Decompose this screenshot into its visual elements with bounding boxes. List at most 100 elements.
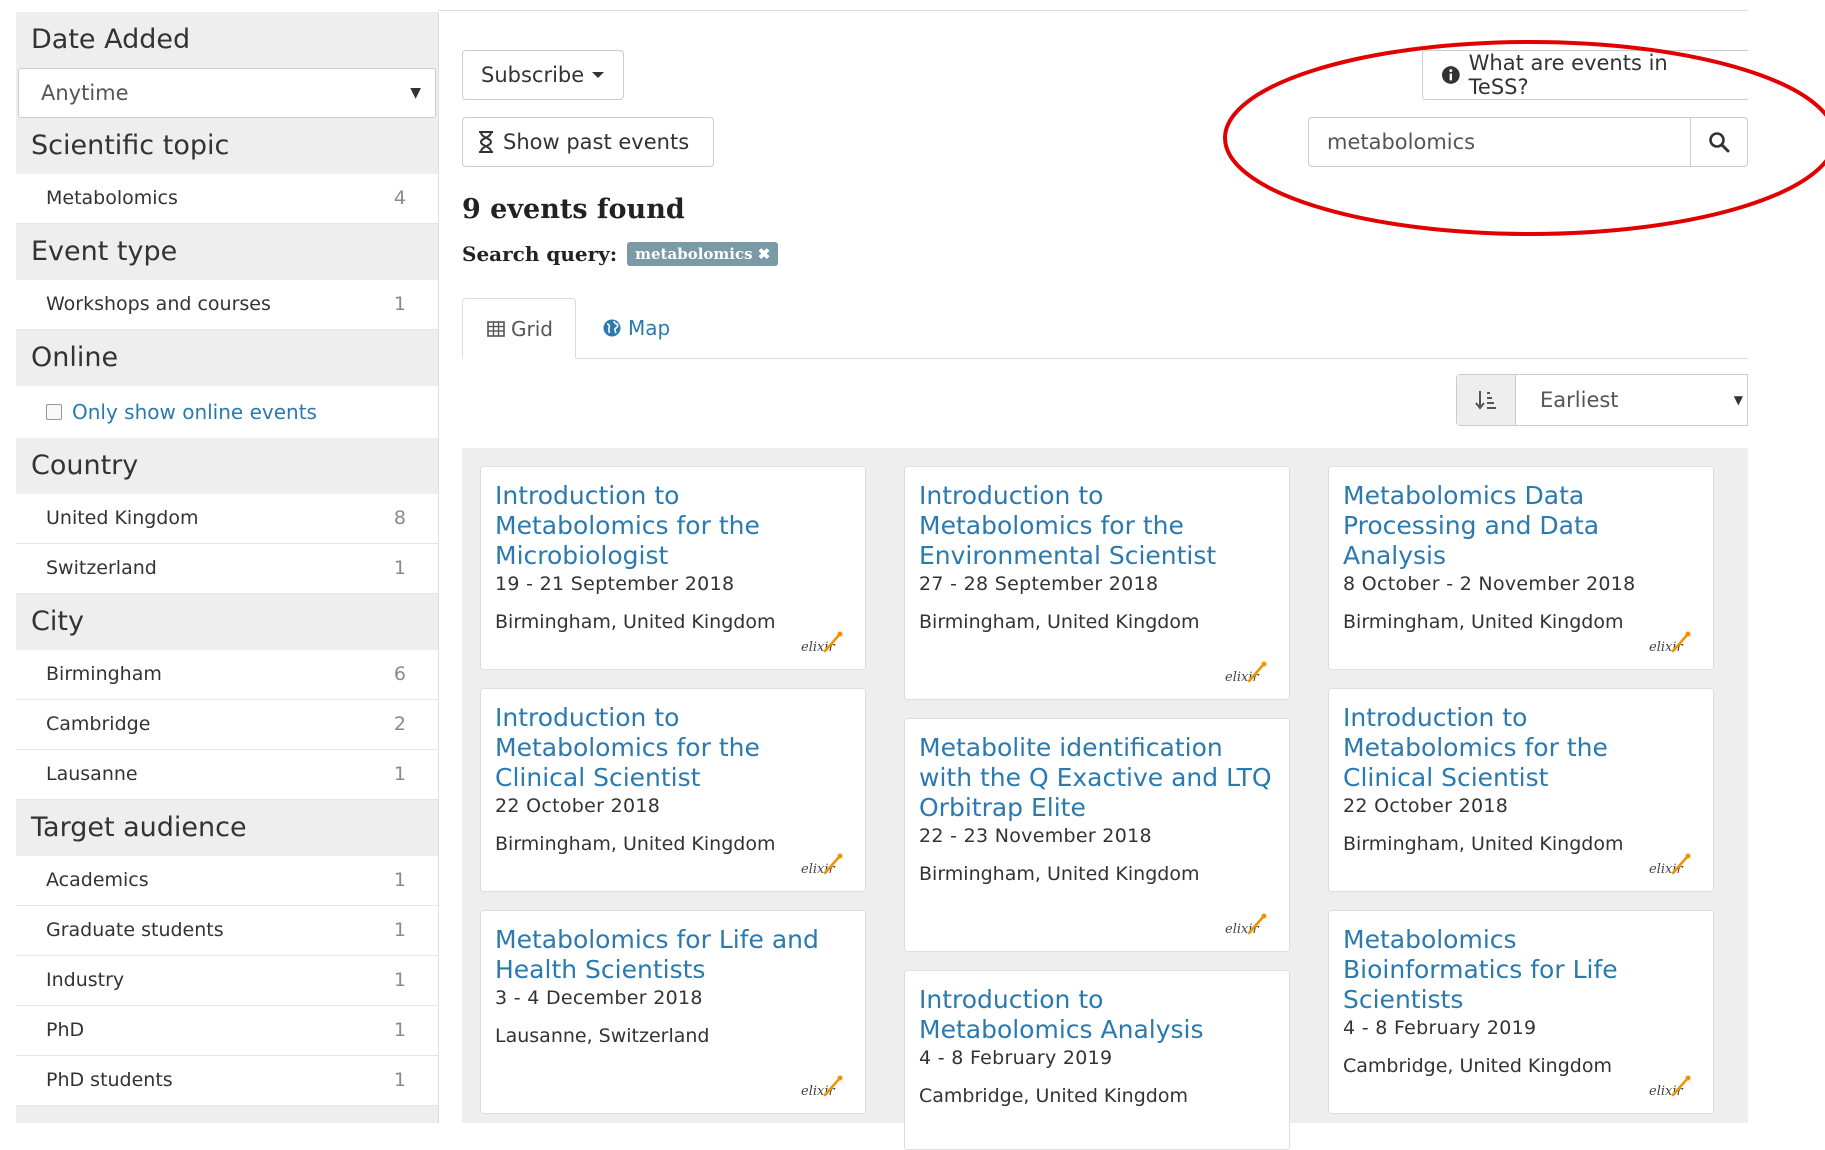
search-query-badge[interactable]: metabolomics ✖ [627, 242, 779, 266]
facet-item-label: Cambridge [46, 713, 151, 735]
facet-item-count: 4 [393, 187, 406, 209]
facet-item-workshops-and-courses[interactable]: Workshops and courses 1 [16, 280, 438, 330]
facet-item-switzerland[interactable]: Switzerland 1 [16, 544, 438, 594]
facet-item-label: Graduate students [46, 919, 224, 941]
event-title-link[interactable]: Introduction to Metabolomics for the Mic… [495, 481, 851, 571]
search-query-label: Search query: [462, 242, 618, 266]
facet-item-count: 1 [393, 293, 406, 315]
facet-item-count: 1 [393, 1069, 406, 1091]
facet-item-count: 1 [393, 763, 406, 785]
elixir-logo-icon: elixir [801, 631, 843, 655]
view-tabs: Grid Map [462, 298, 1748, 359]
event-location: Birmingham, United Kingdom [1343, 611, 1624, 633]
facet-item-label: Lausanne [46, 763, 138, 785]
event-card[interactable]: Metabolite identification with the Q Exa… [904, 718, 1290, 952]
svg-text:elixir: elixir [1649, 862, 1683, 877]
online-only-checkbox[interactable] [46, 404, 62, 420]
facet-item-birmingham[interactable]: Birmingham 6 [16, 650, 438, 700]
facet-item-count: 1 [393, 969, 406, 991]
event-date: 22 October 2018 [495, 795, 661, 817]
facet-item-label: Industry [46, 969, 125, 991]
caret-down-icon [592, 72, 605, 78]
facet-item-metabolomics[interactable]: Metabolomics 4 [16, 174, 438, 224]
search-query-row: Search query: metabolomics ✖ [462, 242, 779, 266]
event-title-link[interactable]: Metabolite identification with the Q Exa… [919, 733, 1275, 823]
sort-select[interactable]: Earliest ▼ [1456, 374, 1748, 426]
facet-item-phd[interactable]: PhD 1 [16, 1006, 438, 1056]
event-title-link[interactable]: Introduction to Metabolomics for the Env… [919, 481, 1275, 571]
facet-item-industry[interactable]: Industry 1 [16, 956, 438, 1006]
event-date: 19 - 21 September 2018 [495, 573, 735, 595]
event-date: 27 - 28 September 2018 [919, 573, 1159, 595]
facet-item-label: Metabolomics [46, 187, 178, 209]
elixir-logo-icon: elixir [1649, 853, 1691, 877]
event-card[interactable]: Introduction to Metabolomics for the Env… [904, 466, 1290, 700]
tab-grid[interactable]: Grid [462, 298, 576, 359]
events-found-count: 9 events found [462, 194, 685, 225]
svg-text:elixir: elixir [1649, 1084, 1683, 1099]
sort-select-value: Earliest [1540, 388, 1619, 412]
event-card[interactable]: Introduction to Metabolomics for the Cli… [480, 688, 866, 892]
event-location: Cambridge, United Kingdom [919, 1085, 1188, 1107]
elixir-logo-icon: elixir [1649, 631, 1691, 655]
top-divider [438, 10, 1748, 11]
select-caret-icon: ▼ [1733, 393, 1743, 407]
event-title-link[interactable]: Introduction to Metabolomics Analysis [919, 985, 1275, 1045]
subscribe-button[interactable]: Subscribe [462, 50, 624, 100]
facet-heading-city: City [16, 594, 438, 650]
event-date: 8 October - 2 November 2018 [1343, 573, 1636, 595]
tab-grid-label: Grid [511, 316, 553, 341]
event-date: 3 - 4 December 2018 [495, 987, 703, 1009]
facet-item-label: Birmingham [46, 663, 162, 685]
event-title-link[interactable]: Introduction to Metabolomics for the Cli… [1343, 703, 1699, 793]
event-date: 22 October 2018 [1343, 795, 1509, 817]
facet-item-lausanne[interactable]: Lausanne 1 [16, 750, 438, 800]
event-card[interactable]: Metabolomics for Life and Health Scienti… [480, 910, 866, 1114]
date-added-select[interactable]: Anytime ▼ [18, 68, 436, 118]
event-location: Cambridge, United Kingdom [1343, 1055, 1612, 1077]
show-past-events-button[interactable]: Show past events [462, 117, 714, 167]
facet-item-phd-students[interactable]: PhD students 1 [16, 1056, 438, 1106]
event-card[interactable]: Introduction to Metabolomics Analysis 4 … [904, 970, 1290, 1150]
facet-item-graduate-students[interactable]: Graduate students 1 [16, 906, 438, 956]
event-card[interactable]: Metabolomics Data Processing and Data An… [1328, 466, 1714, 670]
online-only-label: Only show online events [72, 400, 317, 424]
event-title-link[interactable]: Metabolomics for Life and Health Scienti… [495, 925, 851, 985]
date-added-select-value: Anytime [41, 81, 129, 105]
filter-sidebar: Date Added Anytime ▼ Scientific topic Me… [16, 12, 439, 1123]
facet-item-count: 8 [393, 507, 406, 529]
facet-item-label: Academics [46, 869, 149, 891]
elixir-logo-icon: elixir [1225, 913, 1267, 937]
facet-item-label: Switzerland [46, 557, 157, 579]
select-caret-icon: ▼ [410, 85, 421, 101]
facet-item-count: 1 [393, 919, 406, 941]
hourglass-icon [479, 131, 493, 153]
facet-item-count: 1 [393, 1019, 406, 1041]
event-card[interactable]: Introduction to Metabolomics for the Mic… [480, 466, 866, 670]
event-title-link[interactable]: Metabolomics Bioinformatics for Life Sci… [1343, 925, 1699, 1015]
elixir-logo-icon: elixir [1649, 1075, 1691, 1099]
svg-text:elixir: elixir [1649, 640, 1683, 655]
facet-item-united-kingdom[interactable]: United Kingdom 8 [16, 494, 438, 544]
globe-icon [603, 319, 621, 337]
facet-item-count: 1 [393, 869, 406, 891]
event-location: Lausanne, Switzerland [495, 1025, 710, 1047]
facet-heading-date-added: Date Added [16, 12, 438, 68]
facet-heading-country: Country [16, 438, 438, 494]
event-title-link[interactable]: Metabolomics Data Processing and Data An… [1343, 481, 1699, 571]
facet-item-academics[interactable]: Academics 1 [16, 856, 438, 906]
svg-text:elixir: elixir [1225, 670, 1259, 685]
event-card[interactable]: Metabolomics Bioinformatics for Life Sci… [1328, 910, 1714, 1114]
facet-item-cambridge[interactable]: Cambridge 2 [16, 700, 438, 750]
table-grid-icon [487, 320, 505, 337]
facet-item-count: 6 [393, 663, 406, 685]
event-card[interactable]: Introduction to Metabolomics for the Cli… [1328, 688, 1714, 892]
tab-map[interactable]: Map [602, 298, 670, 358]
svg-text:elixir: elixir [801, 1084, 835, 1099]
event-title-link[interactable]: Introduction to Metabolomics for the Cli… [495, 703, 851, 793]
online-only-toggle[interactable]: Only show online events [16, 386, 438, 438]
facet-heading-scientific-topic: Scientific topic [16, 118, 438, 174]
facet-heading-target-audience: Target audience [16, 800, 438, 856]
event-location: Birmingham, United Kingdom [919, 863, 1200, 885]
event-date: 22 - 23 November 2018 [919, 825, 1152, 847]
